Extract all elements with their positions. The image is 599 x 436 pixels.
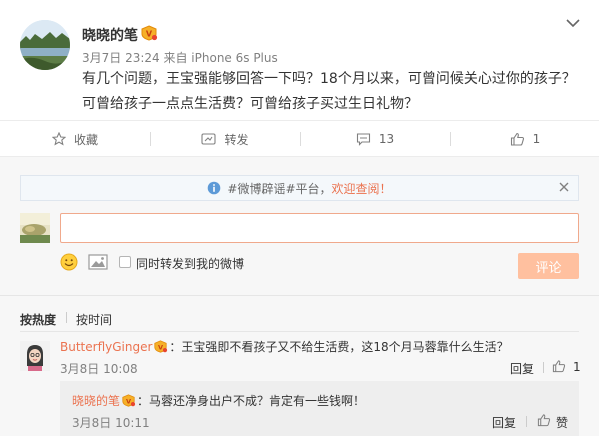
favorite-label: 收藏 [73,132,98,147]
comment-input[interactable] [60,213,579,243]
thumbs-up-icon[interactable] [537,413,551,427]
repost-icon [201,133,217,145]
reply-thread: 晓晓的笔 V ：马蓉还净身出户不成？肯定有一些钱啊！ 3月8日 10:11 回复 赞 [60,381,579,436]
reply-timestamp: 3月8日 10:11 [72,416,150,430]
comment-reply-button[interactable]: 回复 [510,360,534,377]
reply-like-button[interactable]: 赞 [556,414,568,431]
thumbs-up-icon [510,132,524,146]
post-meta: 3月7日 23:24 来自 iPhone 6s Plus [82,51,278,65]
svg-text:V: V [126,397,131,405]
commenter-name[interactable]: ButterflyGinger [60,340,152,354]
thumbs-up-icon[interactable] [552,359,566,373]
post-action-bar: 收藏 转发 13 1 [0,120,599,157]
post-text-line: 有几个问题，王宝强能够回答一下吗？18个月以来，可曾问候关心过你的孩子？ [82,71,576,87]
comment-text: ButterflyGinger V ：王宝强即不看孩子又不给生活费，这18个月马蓉靠… [60,338,509,355]
weibo-post: 晓晓的笔 V 3月7日 23:24 来自 iPhone 6s Plus 有几个问… [0,0,599,120]
svg-text:V: V [158,343,163,351]
emoji-icon[interactable] [60,253,78,271]
close-icon[interactable] [558,181,570,193]
repost-checkbox-label[interactable]: 同时转发到我的微博 [136,255,244,272]
comment-body: ：王宝强即不看孩子又不给生活费，这18个月马蓉靠什么生活？ [169,340,509,354]
star-icon [51,132,66,146]
repost-label: 转发 [224,132,249,147]
sort-divider [66,312,67,323]
repost-button[interactable]: 转发 [150,121,300,157]
section-divider [20,331,579,332]
comment-button[interactable]: 13 [300,121,450,157]
favorite-button[interactable]: 收藏 [0,121,150,157]
comment-icon [356,133,370,146]
reply-reply-button[interactable]: 回复 [492,414,516,431]
reply-text: 晓晓的笔 V ：马蓉还净身出户不成？肯定有一些钱啊！ [72,392,365,409]
reply-body: ：马蓉还净身出户不成？肯定有一些钱啊！ [137,394,366,408]
post-text: 有几个问题，王宝强能够回答一下吗？18个月以来，可曾问候关心过你的孩子？ 可曾给… [82,67,587,117]
chevron-down-icon[interactable] [566,18,580,28]
post-text-line: 可曾给孩子一点点生活费？可曾给孩子买过生日礼物？ [82,96,418,112]
like-count: 1 [532,132,541,146]
comment-like-count: 1 [573,360,581,374]
vip-badge-icon[interactable]: V [121,394,136,407]
sort-by-time-tab[interactable]: 按时间 [76,311,112,328]
info-icon [208,181,221,195]
commenter-avatar[interactable] [20,341,50,371]
reply-action-divider [526,416,527,427]
notice-text: #微博辟谣#平台， [227,181,332,196]
post-author-name[interactable]: 晓晓的笔 [82,25,138,45]
image-icon[interactable] [88,254,108,270]
section-divider [0,295,599,296]
reply-author-name[interactable]: 晓晓的笔 [72,394,120,408]
svg-text:V: V [146,30,153,39]
sort-by-hot-tab[interactable]: 按热度 [20,311,56,328]
vip-badge-icon[interactable]: V [140,25,158,41]
like-button[interactable]: 1 [450,121,599,157]
submit-comment-button[interactable]: 评论 [518,253,579,279]
comment-count: 13 [378,132,395,146]
author-avatar[interactable] [20,20,70,70]
rumor-notice-banner: #微博辟谣#平台， 欢迎查阅！ [20,175,579,201]
repost-checkbox[interactable] [119,256,131,268]
notice-link[interactable]: 欢迎查阅！ [332,180,392,197]
comment-action-divider [543,362,544,373]
vip-badge-icon[interactable]: V [153,340,168,353]
current-user-avatar[interactable] [20,213,50,243]
comment-timestamp: 3月8日 10:08 [60,362,138,376]
comments-panel: #微博辟谣#平台， 欢迎查阅！ 同时转发到我的微博 评论 按热度 按时间 But… [0,157,599,436]
